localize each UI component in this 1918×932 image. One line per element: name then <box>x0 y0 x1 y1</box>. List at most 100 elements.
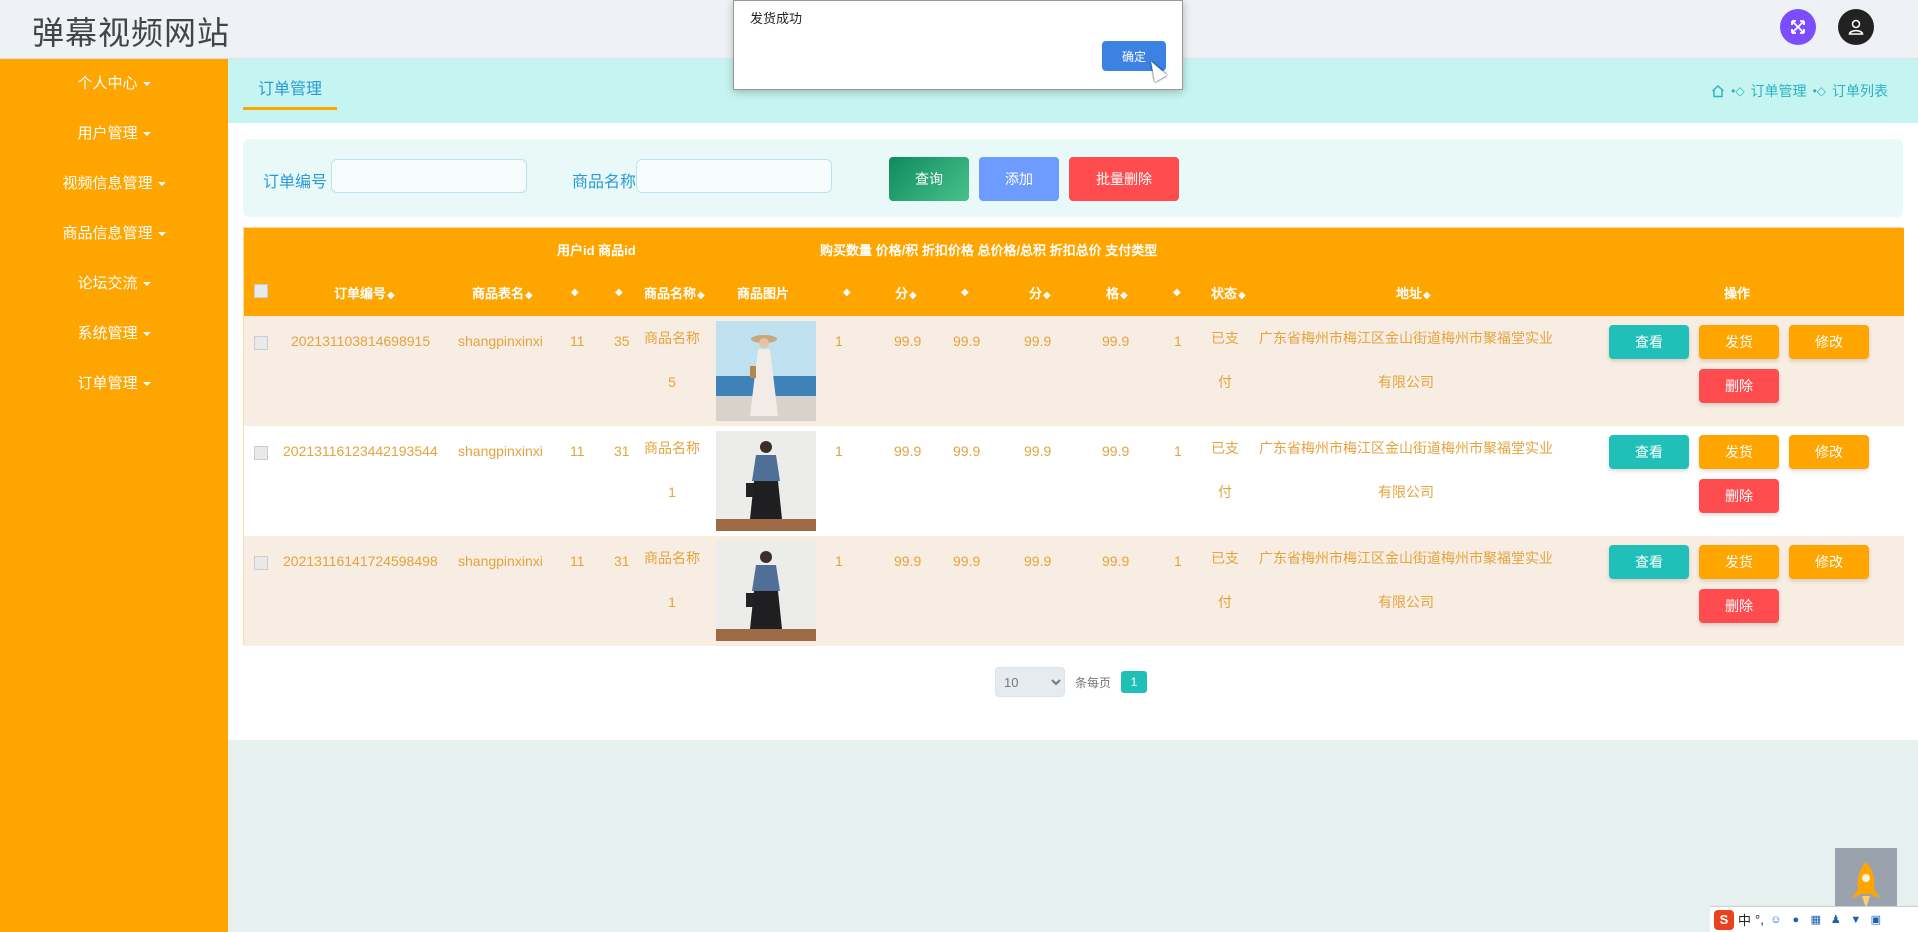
sidebar-item-personal-center[interactable]: 个人中心 <box>0 59 228 109</box>
sidebar-item-video-info[interactable]: 视频信息管理 <box>0 159 228 209</box>
query-button[interactable]: 查询 <box>889 157 969 201</box>
caret-down-icon <box>142 382 151 387</box>
row-checkbox[interactable] <box>254 336 268 350</box>
sidebar-item-forum[interactable]: 论坛交流 <box>0 259 228 309</box>
page-size-select[interactable]: 10 <box>995 667 1065 697</box>
delete-button[interactable]: 删除 <box>1699 479 1779 513</box>
product-image[interactable] <box>716 431 816 531</box>
sidebar-item-label: 论坛交流 <box>77 275 138 292</box>
cell-total: 99.9 <box>1024 443 1052 459</box>
keyboard-icon[interactable]: ▦ <box>1808 912 1824 928</box>
header-user-product-ids: 用户id 商品id <box>557 243 636 258</box>
header-order-no[interactable]: 订单编号◆ <box>334 283 395 302</box>
cell-table-name: shangpinxinxi <box>458 553 543 569</box>
cell-table-name: shangpinxinxi <box>458 443 543 459</box>
delete-button[interactable]: 删除 <box>1699 369 1779 403</box>
sidebar-item-label: 用户管理 <box>77 125 138 142</box>
edit-button[interactable]: 修改 <box>1789 325 1869 359</box>
order-no-label: 订单编号 <box>263 174 328 191</box>
header-discount-price-sort[interactable]: ◆ <box>960 283 969 298</box>
product-image[interactable] <box>716 541 816 641</box>
sidebar-item-label: 视频信息管理 <box>62 175 153 192</box>
home-icon[interactable] <box>1711 84 1725 98</box>
header-product-id-sort[interactable]: ◆ <box>614 283 623 298</box>
view-button[interactable]: 查看 <box>1609 545 1689 579</box>
header-user-id-sort[interactable]: ◆ <box>570 283 579 298</box>
header-price-group: 购买数量 价格/积 折扣价格 总价格/总积 折扣总价 支付类型 <box>820 243 1158 258</box>
cell-address: 广东省梅州市梅江区金山街道梅州市聚福堂实业有限公司 <box>1259 330 1553 390</box>
view-button[interactable]: 查看 <box>1609 435 1689 469</box>
table-row: 20213116123442193544 shangpinxinxi 11 31… <box>244 426 1904 536</box>
pagination: 10 条每页 1 <box>995 667 1148 697</box>
header-table-name[interactable]: 商品表名◆ <box>472 283 533 302</box>
sidebar-item-orders[interactable]: 订单管理 <box>0 359 228 409</box>
view-button[interactable]: 查看 <box>1609 325 1689 359</box>
sidebar-item-label: 个人中心 <box>77 75 138 92</box>
tab-order-management[interactable]: 订单管理 <box>243 73 338 110</box>
delete-button[interactable]: 删除 <box>1699 589 1779 623</box>
cell-qty: 1 <box>835 333 843 349</box>
breadcrumb-separator-icon: •◇ <box>1731 84 1745 98</box>
user-icon[interactable]: ♟ <box>1828 912 1844 928</box>
rocket-icon <box>1852 862 1880 908</box>
header-total[interactable]: 分◆ <box>1029 283 1051 302</box>
skin-icon[interactable]: ▼ <box>1848 912 1864 928</box>
cell-user-id: 11 <box>570 553 585 569</box>
header-pay-type-sort[interactable]: ◆ <box>1172 283 1181 298</box>
caret-down-icon <box>142 132 151 137</box>
breadcrumb: •◇ 订单管理 •◇ 订单列表 <box>1711 81 1888 101</box>
product-image[interactable] <box>716 321 816 421</box>
page-number-button[interactable]: 1 <box>1121 671 1148 693</box>
product-name-input[interactable] <box>636 159 832 193</box>
order-no-input[interactable] <box>331 159 527 193</box>
cell-product-name: 商品名称5 <box>644 330 700 390</box>
cell-order-no: 202131103814698915 <box>291 333 431 349</box>
sidebar-item-system[interactable]: 系统管理 <box>0 309 228 359</box>
cell-discount-total: 99.9 <box>1102 553 1130 569</box>
cell-product-id: 31 <box>614 443 630 459</box>
cell-product-id: 31 <box>614 553 630 569</box>
ime-punctuation-label[interactable]: °, <box>1755 912 1764 927</box>
row-checkbox[interactable] <box>254 556 268 570</box>
cell-pay-type: 1 <box>1174 333 1182 349</box>
toolbox-icon[interactable]: ▣ <box>1868 912 1884 928</box>
sidebar-item-user-management[interactable]: 用户管理 <box>0 109 228 159</box>
batch-delete-button[interactable]: 批量删除 <box>1069 157 1179 201</box>
edit-button[interactable]: 修改 <box>1789 435 1869 469</box>
header-qty-sort[interactable]: ◆ <box>842 283 851 298</box>
microphone-icon[interactable]: ● <box>1788 912 1804 928</box>
sort-icon: ◆ <box>525 290 533 301</box>
header-address[interactable]: 地址◆ <box>1396 283 1431 302</box>
select-all-checkbox[interactable] <box>254 284 268 298</box>
header-product-name[interactable]: 商品名称◆ <box>644 283 705 302</box>
cell-address: 广东省梅州市梅江区金山街道梅州市聚福堂实业有限公司 <box>1259 550 1553 610</box>
edit-button[interactable]: 修改 <box>1789 545 1869 579</box>
header-discount-total[interactable]: 格◆ <box>1106 283 1128 302</box>
sort-icon: ◆ <box>1173 287 1181 298</box>
ship-button[interactable]: 发货 <box>1699 325 1779 359</box>
cell-price: 99.9 <box>894 443 922 459</box>
sidebar-item-product-info[interactable]: 商品信息管理 <box>0 209 228 259</box>
caret-down-icon <box>142 332 151 337</box>
user-icon <box>1848 19 1864 35</box>
ship-button[interactable]: 发货 <box>1699 435 1779 469</box>
sidebar-item-label: 订单管理 <box>77 375 138 392</box>
back-to-top-button[interactable] <box>1835 848 1897 910</box>
cell-price: 99.9 <box>894 333 922 349</box>
header-status[interactable]: 状态◆ <box>1211 283 1246 302</box>
breadcrumb-item: 订单列表 <box>1832 83 1888 99</box>
caret-down-icon <box>142 282 151 287</box>
cell-order-no: 20213116141724598498 <box>283 553 438 569</box>
ime-mode-label[interactable]: 中 <box>1738 910 1751 929</box>
breadcrumb-item[interactable]: 订单管理 <box>1751 81 1807 101</box>
ime-logo-icon[interactable]: S <box>1714 909 1734 930</box>
header-price[interactable]: 分◆ <box>895 283 917 302</box>
fullscreen-button[interactable] <box>1780 9 1816 45</box>
row-checkbox[interactable] <box>254 446 268 460</box>
ship-button[interactable]: 发货 <box>1699 545 1779 579</box>
cell-total: 99.9 <box>1024 333 1052 349</box>
add-button[interactable]: 添加 <box>979 157 1059 201</box>
expand-icon <box>1791 20 1805 34</box>
emoji-icon[interactable]: ☺ <box>1768 912 1784 928</box>
user-avatar-button[interactable] <box>1838 9 1874 45</box>
